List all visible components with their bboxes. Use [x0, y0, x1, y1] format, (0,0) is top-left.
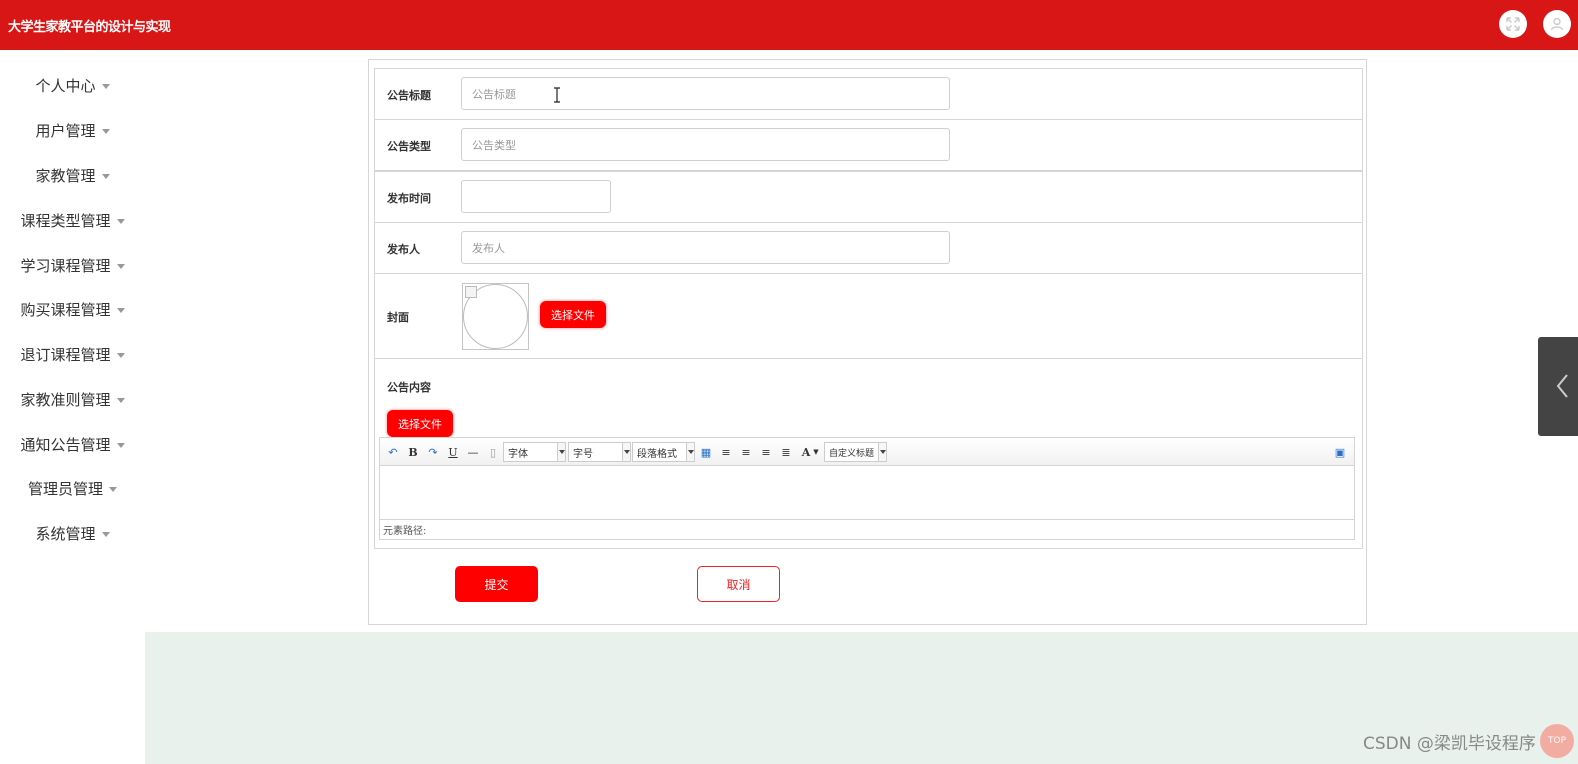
font-family-value: 字体: [508, 448, 528, 460]
form-row-cover: 封面 选择文件: [374, 273, 1363, 359]
title-placeholder: 公告标题: [472, 87, 516, 101]
dropdown-arrow-icon: [557, 443, 565, 461]
sidebar-item-unsubscribed-courses[interactable]: 退订课程管理: [0, 339, 145, 369]
paragraph-format-select[interactable]: 段落格式: [632, 442, 695, 462]
dropdown-arrow-icon: [622, 443, 630, 461]
editor-content-area[interactable]: [380, 467, 1354, 519]
title-label: 公告标题: [387, 89, 431, 102]
font-family-select[interactable]: 字体: [503, 442, 566, 462]
sidebar-item-label: 课程类型管理: [20, 211, 111, 230]
sidebar-item-tutors[interactable]: 家教管理: [0, 160, 145, 190]
dropdown-arrow-icon: [878, 443, 886, 461]
underline-icon[interactable]: U: [445, 444, 461, 460]
custom-title-select[interactable]: 自定义标题: [824, 442, 887, 462]
cover-label: 封面: [387, 311, 409, 324]
publisher-label: 发布人: [387, 243, 420, 256]
sidebar-item-label: 家教管理: [35, 166, 96, 185]
type-placeholder: 公告类型: [472, 138, 516, 152]
table-icon[interactable]: ▦: [698, 444, 714, 460]
align-left-icon[interactable]: ≡: [718, 444, 734, 460]
sidebar-item-purchased-courses[interactable]: 购买课程管理: [0, 294, 145, 324]
top-bar: 大学生家教平台的设计与实现: [0, 0, 1578, 50]
align-right-icon[interactable]: ≡: [738, 444, 754, 460]
notice-form: 公告标题 公告标题 公告类型 公告类型 发布时间 发布人 发布人 封面 选择文件…: [368, 59, 1367, 625]
text-cursor-icon: [554, 87, 560, 103]
caret-down-icon: [116, 218, 125, 224]
publisher-placeholder: 发布人: [472, 241, 505, 255]
paragraph-format-value: 段落格式: [637, 448, 677, 460]
time-label: 发布时间: [387, 192, 431, 205]
sidebar-item-label: 个人中心: [35, 76, 96, 95]
font-size-select[interactable]: 字号: [568, 442, 631, 462]
font-color-dropdown-icon[interactable]: ▼: [812, 444, 820, 460]
editor-status-bar: 元素路径:: [380, 519, 1354, 539]
sidebar-item-tutor-rules[interactable]: 家教准则管理: [0, 384, 145, 414]
title-input[interactable]: 公告标题: [461, 77, 950, 110]
caret-down-icon: [101, 83, 110, 89]
caret-down-icon: [109, 486, 117, 492]
caret-down-icon: [116, 307, 125, 313]
caret-down-icon: [116, 352, 125, 358]
back-to-top-button[interactable]: TOP: [1540, 724, 1574, 758]
sidebar-item-label: 通知公告管理: [20, 435, 111, 454]
horizontal-rule-icon[interactable]: —: [465, 444, 481, 460]
publisher-input[interactable]: 发布人: [461, 231, 950, 264]
sidebar: 个人中心 用户管理 家教管理 课程类型管理 学习课程管理 购买课程管理 退订课程…: [0, 50, 145, 764]
bold-icon[interactable]: B: [405, 444, 421, 460]
page-icon[interactable]: ▯: [485, 444, 501, 460]
sidebar-item-label: 家教准则管理: [20, 390, 111, 409]
cover-choose-file-button[interactable]: 选择文件: [540, 301, 606, 328]
sidebar-item-study-courses[interactable]: 学习课程管理: [0, 250, 145, 280]
form-row-content: 公告内容 选择文件 ↶ B ↷ U — ▯ 字体 字号 段落格式 ▦ ≡ ≡ ≡…: [374, 358, 1363, 549]
font-size-value: 字号: [573, 448, 593, 460]
custom-title-value: 自定义标题: [829, 448, 875, 459]
sidebar-item-personal-center[interactable]: 个人中心: [0, 70, 145, 100]
content-label: 公告内容: [387, 381, 431, 394]
dropdown-arrow-icon: [686, 443, 694, 461]
chevron-left-icon: [1556, 374, 1568, 398]
caret-down-icon: [116, 263, 125, 269]
type-input[interactable]: 公告类型: [461, 128, 950, 161]
form-row-time: 发布时间: [374, 171, 1363, 223]
user-icon[interactable]: [1543, 10, 1571, 38]
sidebar-item-system[interactable]: 系统管理: [0, 518, 145, 548]
cover-image-preview: [462, 283, 529, 350]
fullscreen-icon[interactable]: [1499, 10, 1527, 38]
rich-text-editor: ↶ B ↷ U — ▯ 字体 字号 段落格式 ▦ ≡ ≡ ≡ ≣ A ▼ 自定义…: [379, 437, 1355, 540]
form-row-title: 公告标题 公告标题: [374, 68, 1363, 120]
sidebar-item-label: 购买课程管理: [20, 300, 111, 319]
app-title: 大学生家教平台的设计与实现: [8, 20, 171, 35]
element-path-label: 元素路径:: [383, 526, 427, 537]
sidebar-item-admins[interactable]: 管理员管理: [0, 473, 145, 503]
watermark: CSDN @梁凯毕设程序: [1363, 734, 1536, 754]
align-justify-icon[interactable]: ≣: [778, 444, 794, 460]
publish-time-input[interactable]: [461, 180, 611, 213]
sidebar-item-notices[interactable]: 通知公告管理: [0, 429, 145, 459]
side-panel-toggle[interactable]: [1538, 337, 1578, 436]
sidebar-item-label: 管理员管理: [27, 479, 103, 498]
sidebar-item-label: 学习课程管理: [20, 256, 111, 275]
undo-icon[interactable]: ↶: [385, 444, 401, 460]
submit-button[interactable]: 提交: [455, 566, 538, 602]
caret-down-icon: [101, 173, 110, 179]
sidebar-item-label: 用户管理: [35, 121, 96, 140]
sidebar-item-label: 系统管理: [35, 524, 96, 543]
caret-down-icon: [101, 531, 110, 537]
cancel-button[interactable]: 取消: [697, 566, 780, 602]
type-label: 公告类型: [387, 140, 431, 153]
form-row-type: 公告类型 公告类型: [374, 119, 1363, 171]
sidebar-item-label: 退订课程管理: [20, 345, 111, 364]
form-row-publisher: 发布人 发布人: [374, 222, 1363, 274]
broken-image-icon: [465, 286, 477, 298]
preview-icon[interactable]: ▣: [1332, 444, 1348, 460]
sidebar-item-course-types[interactable]: 课程类型管理: [0, 205, 145, 235]
editor-toolbar: ↶ B ↷ U — ▯ 字体 字号 段落格式 ▦ ≡ ≡ ≡ ≣ A ▼ 自定义…: [380, 438, 1354, 466]
redo-icon[interactable]: ↷: [425, 444, 441, 460]
content-choose-file-button[interactable]: 选择文件: [387, 410, 453, 437]
caret-down-icon: [116, 397, 125, 403]
sidebar-item-users[interactable]: 用户管理: [0, 115, 145, 145]
caret-down-icon: [101, 128, 110, 134]
align-center-icon[interactable]: ≡: [758, 444, 774, 460]
caret-down-icon: [116, 442, 125, 448]
